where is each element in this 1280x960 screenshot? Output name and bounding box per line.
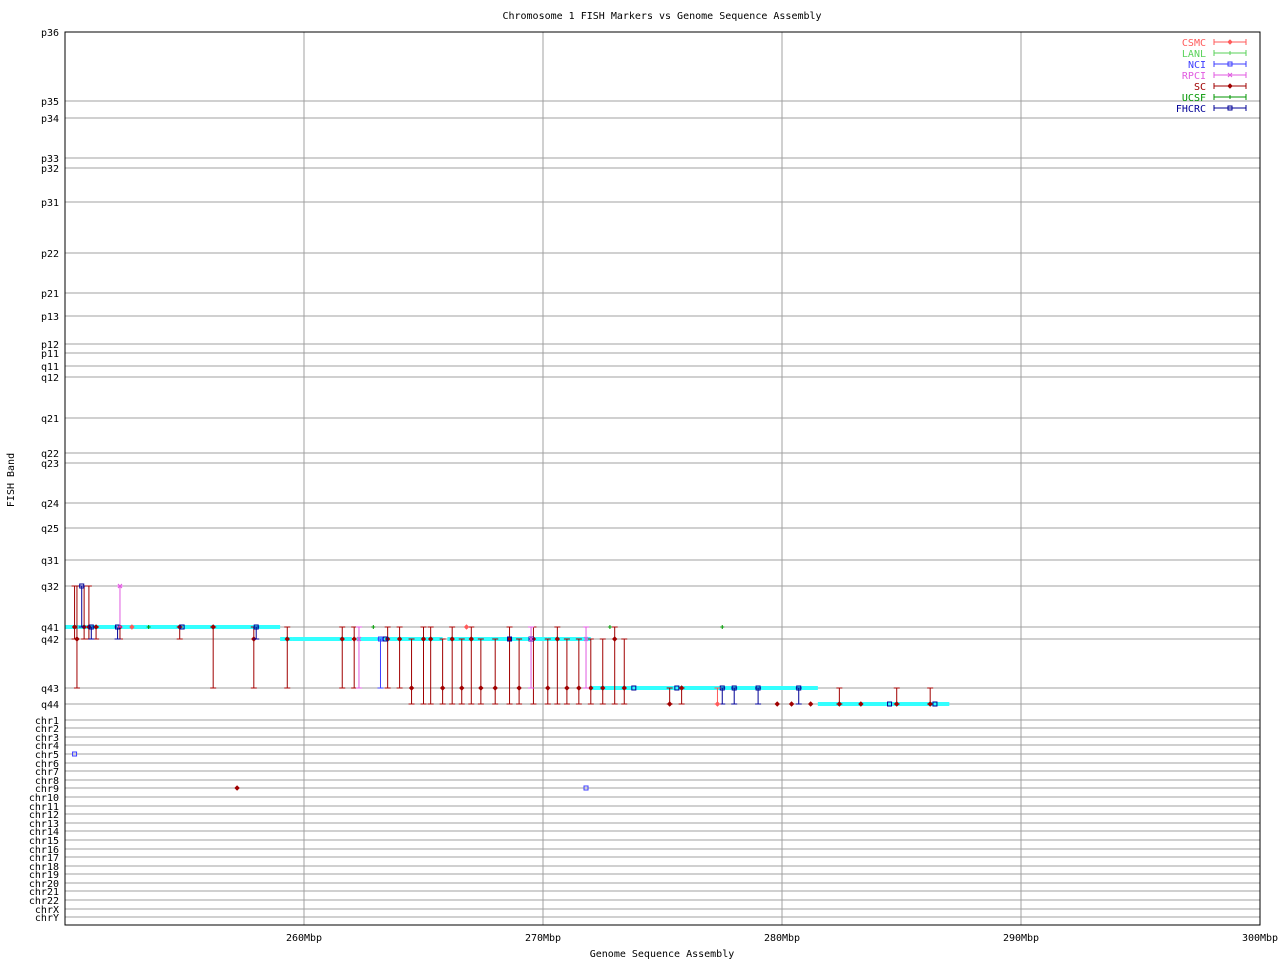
- y-tick-label: p22: [41, 249, 59, 260]
- y-tick-label: p13: [41, 312, 59, 323]
- y-tick-label: q23: [41, 459, 59, 470]
- legend-marker: [1228, 95, 1232, 99]
- y-tick-label: q42: [41, 635, 59, 646]
- data-point: [234, 785, 240, 791]
- y-tick-label: p31: [41, 198, 59, 209]
- x-tick-label: 260Mbp: [286, 933, 322, 944]
- plot-frame: [64, 31, 1261, 926]
- data-point: [607, 625, 612, 629]
- y-tick-label: q12: [41, 373, 59, 384]
- fish-vs-assembly-chart: Chromosome 1 FISH Markers vs Genome Sequ…: [6, 11, 1278, 960]
- y-tick-label: p36: [41, 28, 59, 39]
- data-point: [492, 685, 498, 691]
- data-point: [439, 685, 446, 691]
- legend: CSMCLANLNCIRPCISCUCSFFHCRC: [1176, 38, 1247, 115]
- y-tick-label: q43: [41, 684, 59, 695]
- y-tick-label: q44: [41, 700, 59, 711]
- y-tick-label: p21: [41, 289, 59, 300]
- data-point: [545, 685, 551, 691]
- data-point: [576, 685, 582, 691]
- grid: [65, 31, 1261, 925]
- x-tick-label: 290Mbp: [1003, 933, 1039, 944]
- legend-label: CSMC: [1182, 38, 1206, 49]
- legend-label: LANL: [1182, 49, 1206, 60]
- x-tick-label: 300Mbp: [1242, 933, 1278, 944]
- data-point: [74, 636, 80, 642]
- data-point: [788, 701, 795, 707]
- x-axis-label: Genome Sequence Assembly: [590, 949, 735, 960]
- data-point: [351, 636, 357, 642]
- y-tick-label: q32: [41, 582, 59, 593]
- data-point: [714, 701, 721, 707]
- data-point: [478, 685, 484, 691]
- legend-label: FHCRC: [1176, 104, 1206, 115]
- legend-marker: [1228, 51, 1232, 55]
- data-point: [516, 685, 522, 691]
- y-tick-label: q25: [41, 524, 59, 535]
- tick-labels: p36p35p34p33p32p31p22p21p13p12p11q11q12q…: [29, 28, 1278, 944]
- legend-marker: [1227, 39, 1233, 45]
- data-point: [807, 701, 814, 707]
- y-tick-label: p35: [41, 97, 59, 108]
- data-point: [463, 624, 470, 630]
- legend-label: NCI: [1188, 60, 1206, 71]
- x-tick-label: 270Mbp: [525, 933, 561, 944]
- data-point: [408, 685, 415, 691]
- y-tick-label: chrY: [35, 913, 59, 924]
- data-point: [774, 701, 780, 707]
- data-point: [611, 636, 618, 642]
- data-point: [666, 701, 673, 707]
- y-tick-label: p34: [41, 114, 59, 125]
- y-axis-label: FISH Band: [6, 453, 17, 507]
- y-tick-label: p11: [41, 349, 59, 360]
- legend-marker: [1227, 83, 1233, 89]
- data-point: [459, 685, 465, 691]
- legend-label: UCSF: [1182, 93, 1206, 104]
- data-point: [564, 685, 570, 691]
- legend-label: SC: [1194, 82, 1206, 93]
- y-tick-label: q24: [41, 499, 59, 510]
- chart-title: Chromosome 1 FISH Markers vs Genome Sequ…: [502, 11, 821, 22]
- data-point: [371, 625, 376, 629]
- y-tick-label: q11: [41, 362, 59, 373]
- y-tick-label: q21: [41, 414, 59, 425]
- legend-label: RPCI: [1182, 71, 1206, 82]
- y-tick-label: q41: [41, 623, 59, 634]
- y-tick-label: p32: [41, 164, 59, 175]
- x-tick-label: 280Mbp: [764, 933, 800, 944]
- y-tick-label: q31: [41, 556, 59, 567]
- data-point: [720, 625, 725, 629]
